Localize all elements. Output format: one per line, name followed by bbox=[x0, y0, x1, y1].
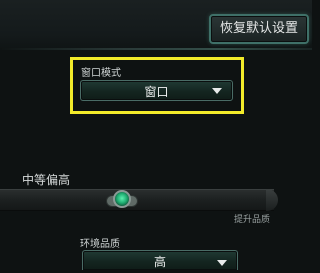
quality-hint-label: 提升品质 bbox=[234, 215, 271, 225]
window-mode-label: 窗口模式 bbox=[81, 68, 121, 79]
slider-end-cap bbox=[266, 189, 278, 211]
knob-gem bbox=[113, 190, 131, 208]
window-mode-value: 窗口 bbox=[144, 85, 169, 99]
slider-knob-icon[interactable] bbox=[106, 187, 138, 213]
caret-down-icon bbox=[212, 87, 222, 94]
top-divider bbox=[0, 48, 312, 50]
environment-quality-label: 环境品质 bbox=[80, 239, 120, 250]
reset-defaults-button[interactable]: 恢复默认设置 bbox=[209, 14, 309, 44]
window-mode-dropdown[interactable]: 窗口 bbox=[80, 80, 233, 101]
caret-down-icon bbox=[217, 259, 227, 266]
environment-quality-value: 高 bbox=[153, 255, 166, 269]
environment-quality-dropdown[interactable]: 高 bbox=[82, 250, 238, 270]
quality-level-label: 中等偏高 bbox=[22, 173, 71, 187]
